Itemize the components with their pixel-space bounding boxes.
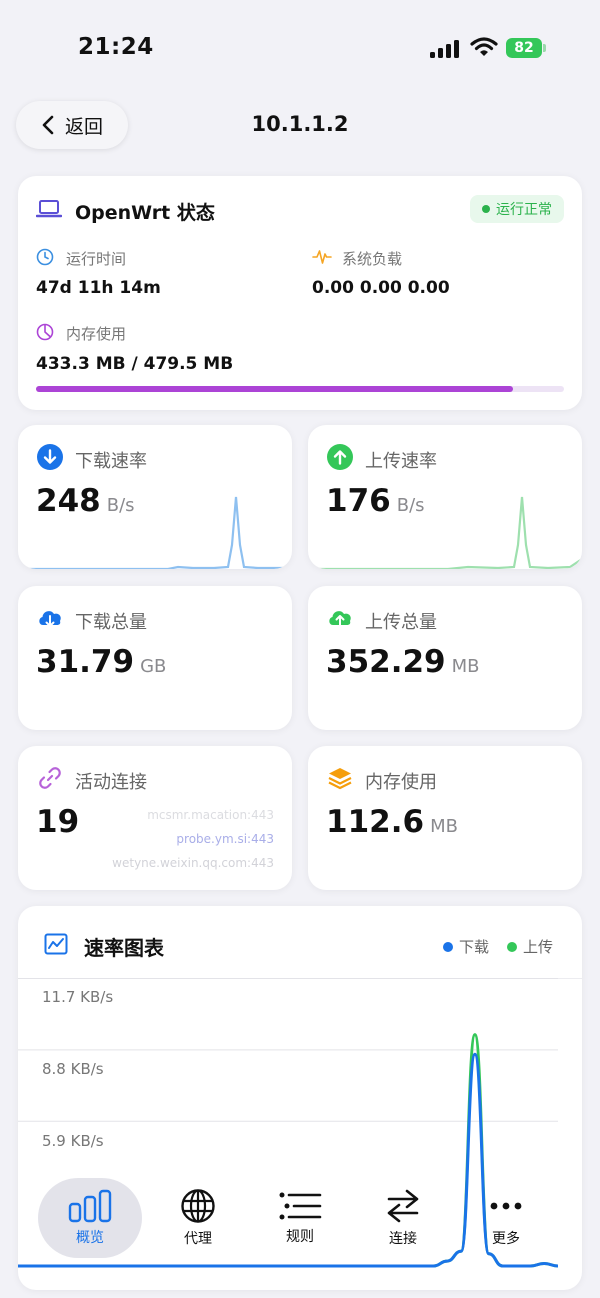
upload-total-value: 352.29 [326, 644, 446, 680]
active-connections-card[interactable]: 活动连接 19 mcsmr.macation:443 probe.ym.si:4… [18, 746, 292, 890]
download-sparkline [18, 496, 292, 569]
upload-total-value-group: 352.29 MB [326, 644, 480, 680]
nav-label: 概览 [76, 1230, 104, 1246]
upload-arrow-icon [327, 444, 353, 470]
nav-overview[interactable]: 概览 [38, 1178, 142, 1258]
nav-label: 连接 [389, 1231, 417, 1247]
system-title: OpenWrt 状态 [75, 202, 215, 224]
clock-icon [36, 248, 54, 266]
download-rate-card[interactable]: 下载速率 248 B/s [18, 425, 292, 569]
pie-chart-icon [36, 323, 54, 341]
legend-download-label: 下载 [459, 938, 490, 956]
status-dot [482, 205, 490, 213]
memory-usage-value-group: 112.6 MB [326, 804, 458, 840]
download-total-card[interactable]: 下载总量 31.79 GB [18, 586, 292, 730]
memory-usage-value: 112.6 [326, 804, 425, 840]
page-title: 10.1.1.2 [251, 112, 349, 136]
status-badge-label: 运行正常 [496, 202, 552, 218]
uptime-value: 47d 11h 14m [36, 278, 161, 298]
pulse-icon [312, 250, 332, 264]
cloud-download-icon [39, 611, 61, 627]
load-value: 0.00 0.00 0.00 [312, 278, 450, 298]
memory-usage-card[interactable]: 内存使用 112.6 MB [308, 746, 582, 890]
cellular-signal-icon [430, 38, 460, 58]
memory-value: 433.3 MB / 479.5 MB [36, 354, 234, 374]
battery-tip [543, 44, 546, 52]
swap-arrows-icon [387, 1189, 419, 1223]
memory-usage-label: 内存使用 [365, 772, 437, 793]
battery-indicator: 82 [506, 38, 542, 58]
memory-usage-unit: MB [430, 816, 458, 837]
nav-label: 更多 [492, 1231, 520, 1247]
more-dots-icon [490, 1202, 522, 1210]
download-arrow-icon [37, 444, 63, 470]
download-total-value: 31.79 [36, 644, 135, 680]
nav-label: 代理 [184, 1231, 212, 1247]
nav-proxy[interactable]: 代理 [146, 1178, 250, 1258]
memory-label: 内存使用 [66, 325, 127, 343]
connections-label: 活动连接 [75, 772, 147, 793]
chart-legend: 下载 上传 [443, 936, 553, 957]
download-total-label: 下载总量 [75, 612, 147, 633]
download-total-value-group: 31.79 GB [36, 644, 166, 680]
nav-rules[interactable]: 规则 [248, 1178, 352, 1258]
nav-connections[interactable]: 连接 [351, 1178, 455, 1258]
connections-value: 19 [36, 804, 80, 840]
upload-sparkline [308, 496, 582, 569]
upload-total-label: 上传总量 [365, 612, 437, 633]
chart-title: 速率图表 [84, 936, 164, 960]
legend-upload-swatch [507, 941, 518, 952]
uptime-label: 运行时间 [66, 250, 127, 268]
line-chart-icon [44, 933, 68, 955]
legend-download-swatch [443, 941, 453, 952]
list-icon [279, 1192, 322, 1220]
legend-upload-label: 上传 [523, 938, 554, 956]
layers-icon [328, 768, 352, 790]
wifi-icon [470, 37, 498, 56]
openwrt-status-card: OpenWrt 状态 运行正常 运行时间 47d 11h 14m 系统负载 0.… [18, 176, 582, 410]
bar-chart-icon [68, 1189, 112, 1223]
status-badge: 运行正常 [470, 195, 564, 223]
memory-progress-fill [36, 386, 514, 392]
nav-more[interactable]: 更多 [454, 1178, 558, 1258]
laptop-icon [36, 200, 62, 218]
upload-rate-label: 上传速率 [365, 451, 437, 472]
link-icon [39, 767, 61, 789]
upload-total-unit: MB [451, 656, 480, 677]
status-time: 21:24 [78, 34, 154, 60]
connection-host: mcsmr.macation:443 [147, 808, 274, 822]
connections-value-group: 19 [36, 804, 79, 840]
globe-icon [181, 1189, 215, 1223]
upload-total-card[interactable]: 上传总量 352.29 MB [308, 586, 582, 730]
download-rate-label: 下载速率 [75, 451, 147, 472]
nav-label: 规则 [286, 1229, 314, 1245]
download-total-unit: GB [140, 656, 167, 677]
memory-progress-track [36, 386, 564, 392]
cloud-upload-icon [329, 611, 351, 627]
upload-rate-card[interactable]: 上传速率 176 B/s [308, 425, 582, 569]
connection-host: probe.ym.si:443 [176, 832, 274, 846]
bottom-nav: 概览 代理 规则 连接 更多 [18, 1172, 582, 1264]
load-label: 系统负载 [342, 250, 403, 268]
connection-host: wetyne.weixin.qq.com:443 [112, 856, 274, 870]
